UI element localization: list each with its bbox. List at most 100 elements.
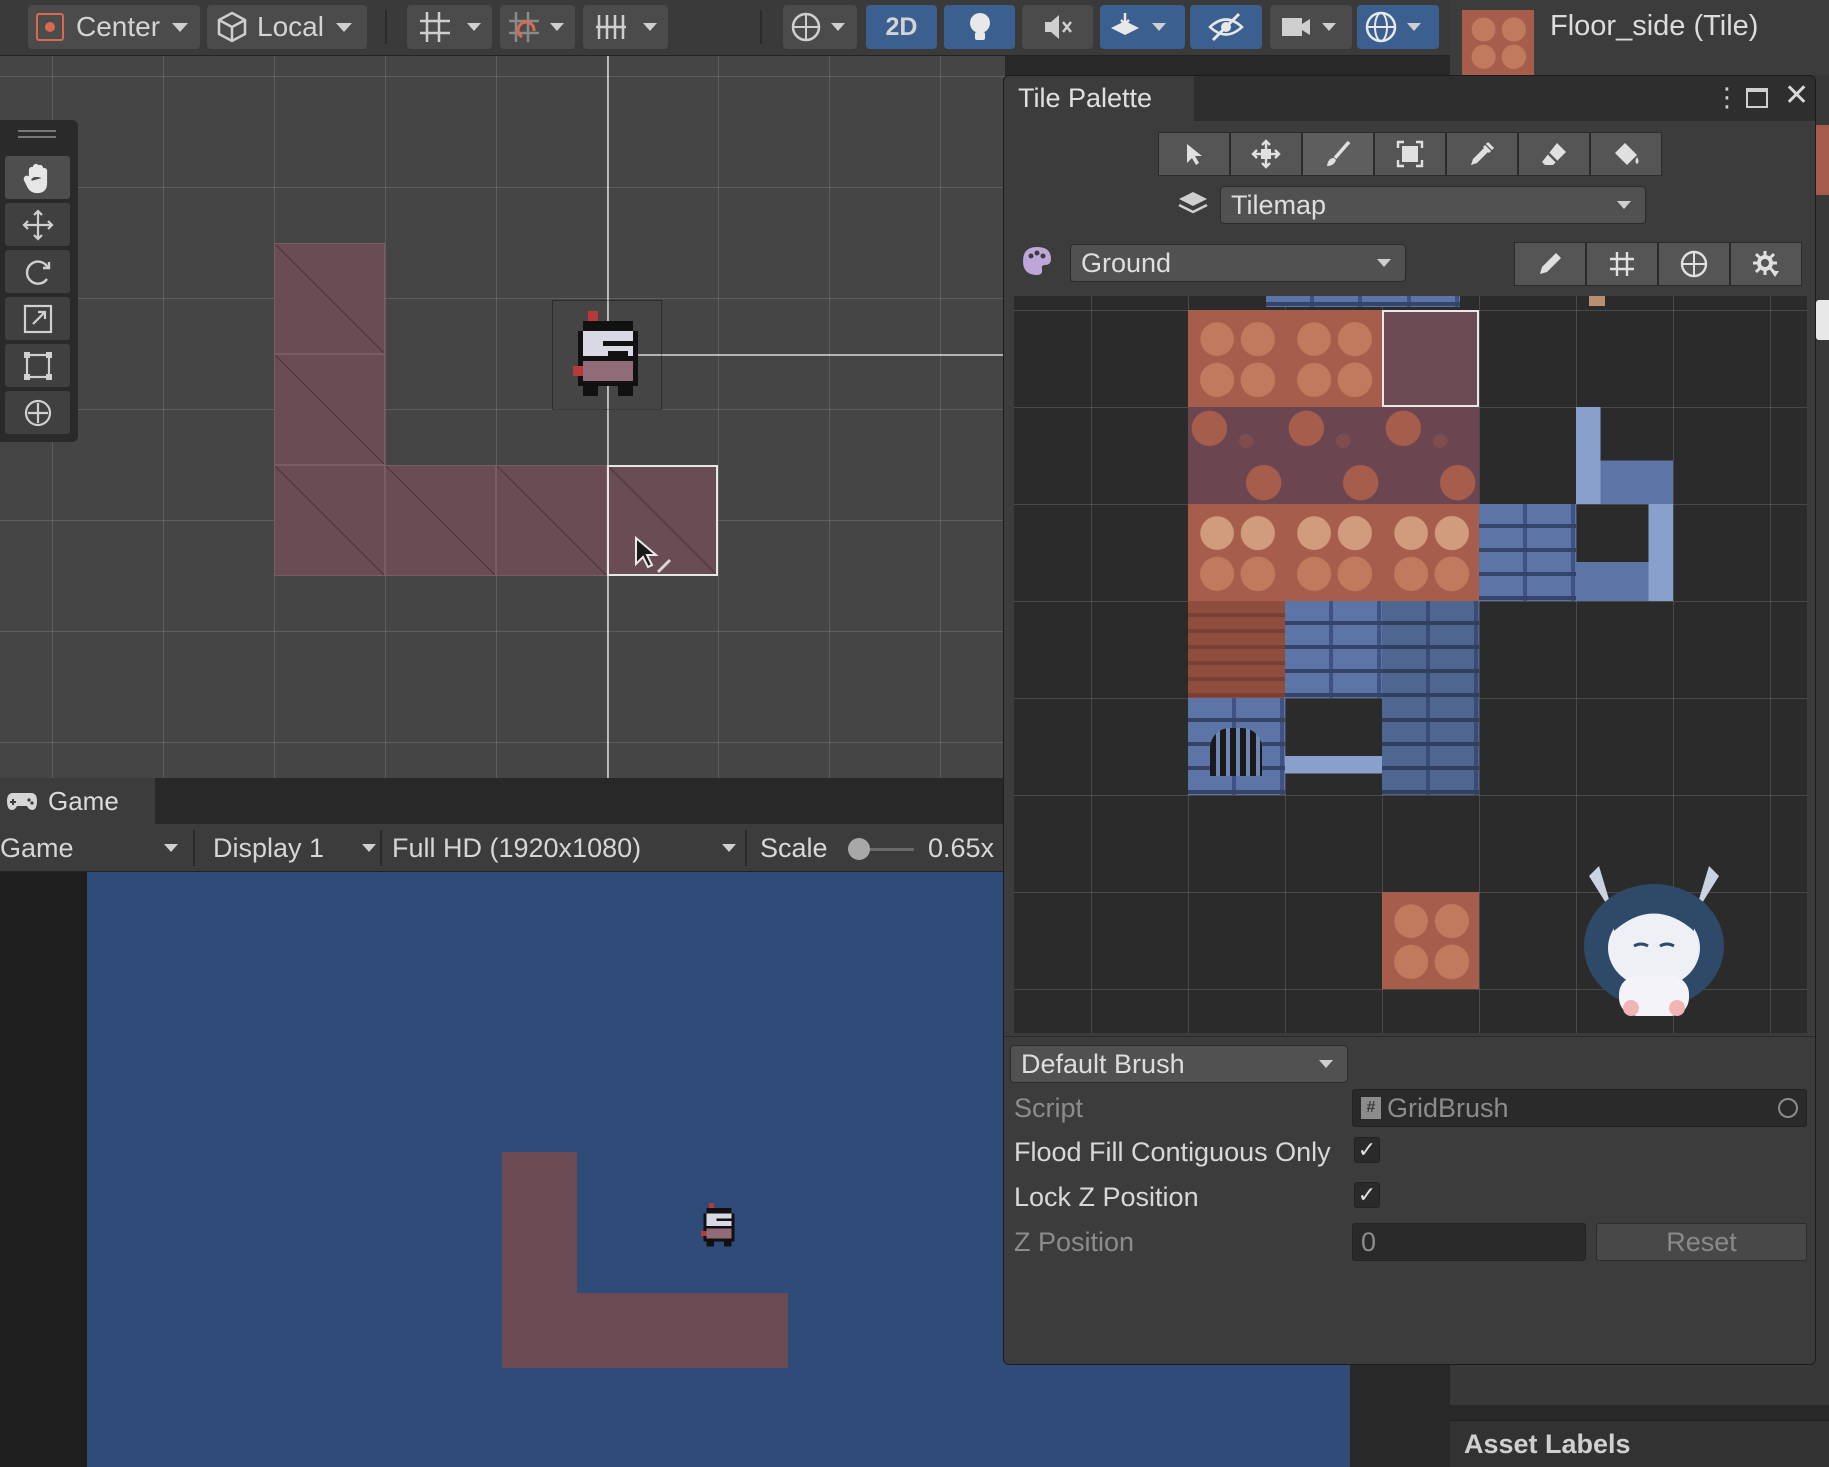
scene-visibility-toggle[interactable] — [1190, 5, 1262, 49]
z-position-value: 0 — [1361, 1226, 1377, 1257]
palette-tile[interactable] — [1188, 407, 1285, 504]
palette-tile[interactable] — [1188, 310, 1285, 407]
object-picker-icon[interactable] — [1778, 1098, 1798, 1118]
pivot-rotation-label: Local — [257, 11, 324, 42]
rect-tool-button[interactable] — [5, 344, 70, 387]
layers-effects-icon — [1111, 13, 1139, 35]
control-divider — [745, 830, 747, 866]
palette-tile-grid[interactable] — [1014, 296, 1807, 1033]
gizmo-globe-icon — [1365, 11, 1397, 43]
lock-z-checkbox[interactable]: ✓ — [1354, 1182, 1380, 1208]
increment-snap-button[interactable] — [500, 5, 575, 49]
move-selection-tool-button[interactable] — [1230, 132, 1302, 176]
view-select-label: Game — [0, 832, 74, 863]
transform-tool-button[interactable] — [5, 391, 70, 434]
gamepad-icon — [7, 793, 37, 810]
gizmos-toggle-button[interactable] — [1658, 242, 1730, 286]
more-options-icon[interactable]: ⋮ — [1714, 82, 1740, 113]
palette-tile[interactable] — [1285, 698, 1382, 795]
control-divider — [193, 830, 195, 866]
hand-tool-button[interactable] — [5, 156, 70, 199]
palette-tile[interactable] — [1576, 504, 1673, 601]
eyedropper-icon — [1471, 141, 1495, 165]
move-arrows-icon — [21, 208, 54, 241]
grid-icon — [1610, 252, 1634, 276]
palette-tile[interactable] — [1382, 601, 1479, 698]
pivot-rotation-dropdown[interactable]: Local — [207, 5, 367, 49]
close-icon[interactable]: ✕ — [1784, 78, 1809, 113]
chevron-down-icon — [335, 22, 352, 32]
rotate-tool-button[interactable] — [5, 250, 70, 293]
lightbulb-icon — [969, 13, 990, 40]
palette-tile[interactable] — [1479, 504, 1576, 601]
z-position-field[interactable]: 0 — [1352, 1223, 1586, 1261]
scale-tool-button[interactable] — [5, 297, 70, 340]
fill-tool-button[interactable] — [1590, 132, 1662, 176]
palette-select-dropdown[interactable]: Ground — [1070, 244, 1406, 282]
floor-tile — [274, 243, 385, 354]
scale-value: 0.65x — [928, 833, 995, 863]
z-position-label: Z Position — [1014, 1227, 1135, 1257]
picker-tool-button[interactable] — [1446, 132, 1518, 176]
scene-view[interactable] — [0, 56, 1005, 778]
script-file-icon: # — [1361, 1097, 1381, 1119]
palette-tile[interactable] — [1285, 504, 1382, 601]
palette-tile[interactable] — [1382, 407, 1479, 504]
transform-icon — [24, 399, 51, 426]
palette-tile[interactable] — [1589, 296, 1605, 306]
game-floor-tile-row — [502, 1293, 788, 1368]
brush-select-dropdown[interactable]: Default Brush — [1010, 1045, 1348, 1083]
palette-tile[interactable] — [1188, 601, 1285, 698]
effects-toggle[interactable] — [1100, 5, 1185, 49]
pivot-mode-dropdown[interactable]: Center — [28, 5, 200, 49]
palette-tile[interactable] — [1285, 407, 1382, 504]
gear-icon — [1753, 251, 1779, 277]
paint-cursor-icon — [635, 536, 672, 574]
flood-fill-checkbox[interactable]: ✓ — [1354, 1137, 1380, 1163]
palette-tile[interactable] — [1382, 504, 1479, 601]
edit-palette-button[interactable] — [1514, 242, 1586, 286]
palette-tile[interactable] — [1188, 504, 1285, 601]
audio-toggle[interactable] — [1022, 5, 1093, 49]
gizmos-dropdown[interactable] — [1357, 5, 1439, 49]
tile-palette-tab[interactable]: Tile Palette — [1004, 76, 1194, 121]
select-tool-button[interactable] — [1158, 132, 1230, 176]
scale-slider-thumb[interactable] — [848, 838, 870, 860]
game-tab[interactable]: Game — [0, 778, 155, 824]
palette-tile[interactable] — [1266, 296, 1363, 307]
lighting-toggle[interactable] — [944, 5, 1015, 49]
scene-camera-dropdown[interactable] — [1270, 5, 1352, 49]
overlay-drag-handle[interactable] — [18, 130, 56, 138]
paint-brush-tool-button[interactable] — [1302, 132, 1374, 176]
resolution-select-dropdown[interactable]: Full HD (1920x1080) — [392, 824, 740, 872]
palette-tile[interactable] — [1363, 296, 1460, 307]
palette-tile[interactable] — [1285, 310, 1382, 407]
reset-button-label: Reset — [1666, 1226, 1737, 1257]
reset-button[interactable]: Reset — [1596, 1223, 1807, 1261]
script-label: Script — [1014, 1093, 1084, 1123]
palette-tile-door[interactable] — [1188, 698, 1285, 795]
view-select-dropdown[interactable]: Game — [0, 824, 188, 872]
mode-2d-toggle[interactable]: 2D — [866, 5, 937, 49]
palette-tile[interactable] — [1576, 407, 1673, 504]
grid-snapping-button[interactable] — [407, 5, 492, 49]
grid-visibility-button[interactable] — [583, 5, 668, 49]
box-fill-tool-button[interactable] — [1374, 132, 1446, 176]
toggle-grid-button[interactable] — [1586, 242, 1658, 286]
palette-tile-selected[interactable] — [1382, 310, 1479, 407]
asset-labels-bar[interactable]: Asset Labels — [1450, 1420, 1829, 1467]
active-tilemap-dropdown[interactable]: Tilemap — [1220, 186, 1646, 224]
palette-tile[interactable] — [1382, 698, 1479, 795]
grid-visibility-icon — [596, 15, 626, 39]
palette-settings-button[interactable] — [1730, 242, 1802, 286]
move-tool-button[interactable] — [5, 203, 70, 246]
eraser-tool-button[interactable] — [1518, 132, 1590, 176]
display-select-dropdown[interactable]: Display 1 — [210, 824, 376, 872]
knight-sprite[interactable] — [552, 300, 662, 410]
palette-tile[interactable] — [1285, 601, 1382, 698]
palette-tile[interactable] — [1382, 892, 1479, 989]
scale-slider[interactable] — [848, 838, 914, 860]
maximize-icon[interactable] — [1746, 88, 1768, 108]
script-field[interactable]: # GridBrush — [1352, 1089, 1807, 1127]
draw-mode-button[interactable] — [783, 5, 857, 49]
